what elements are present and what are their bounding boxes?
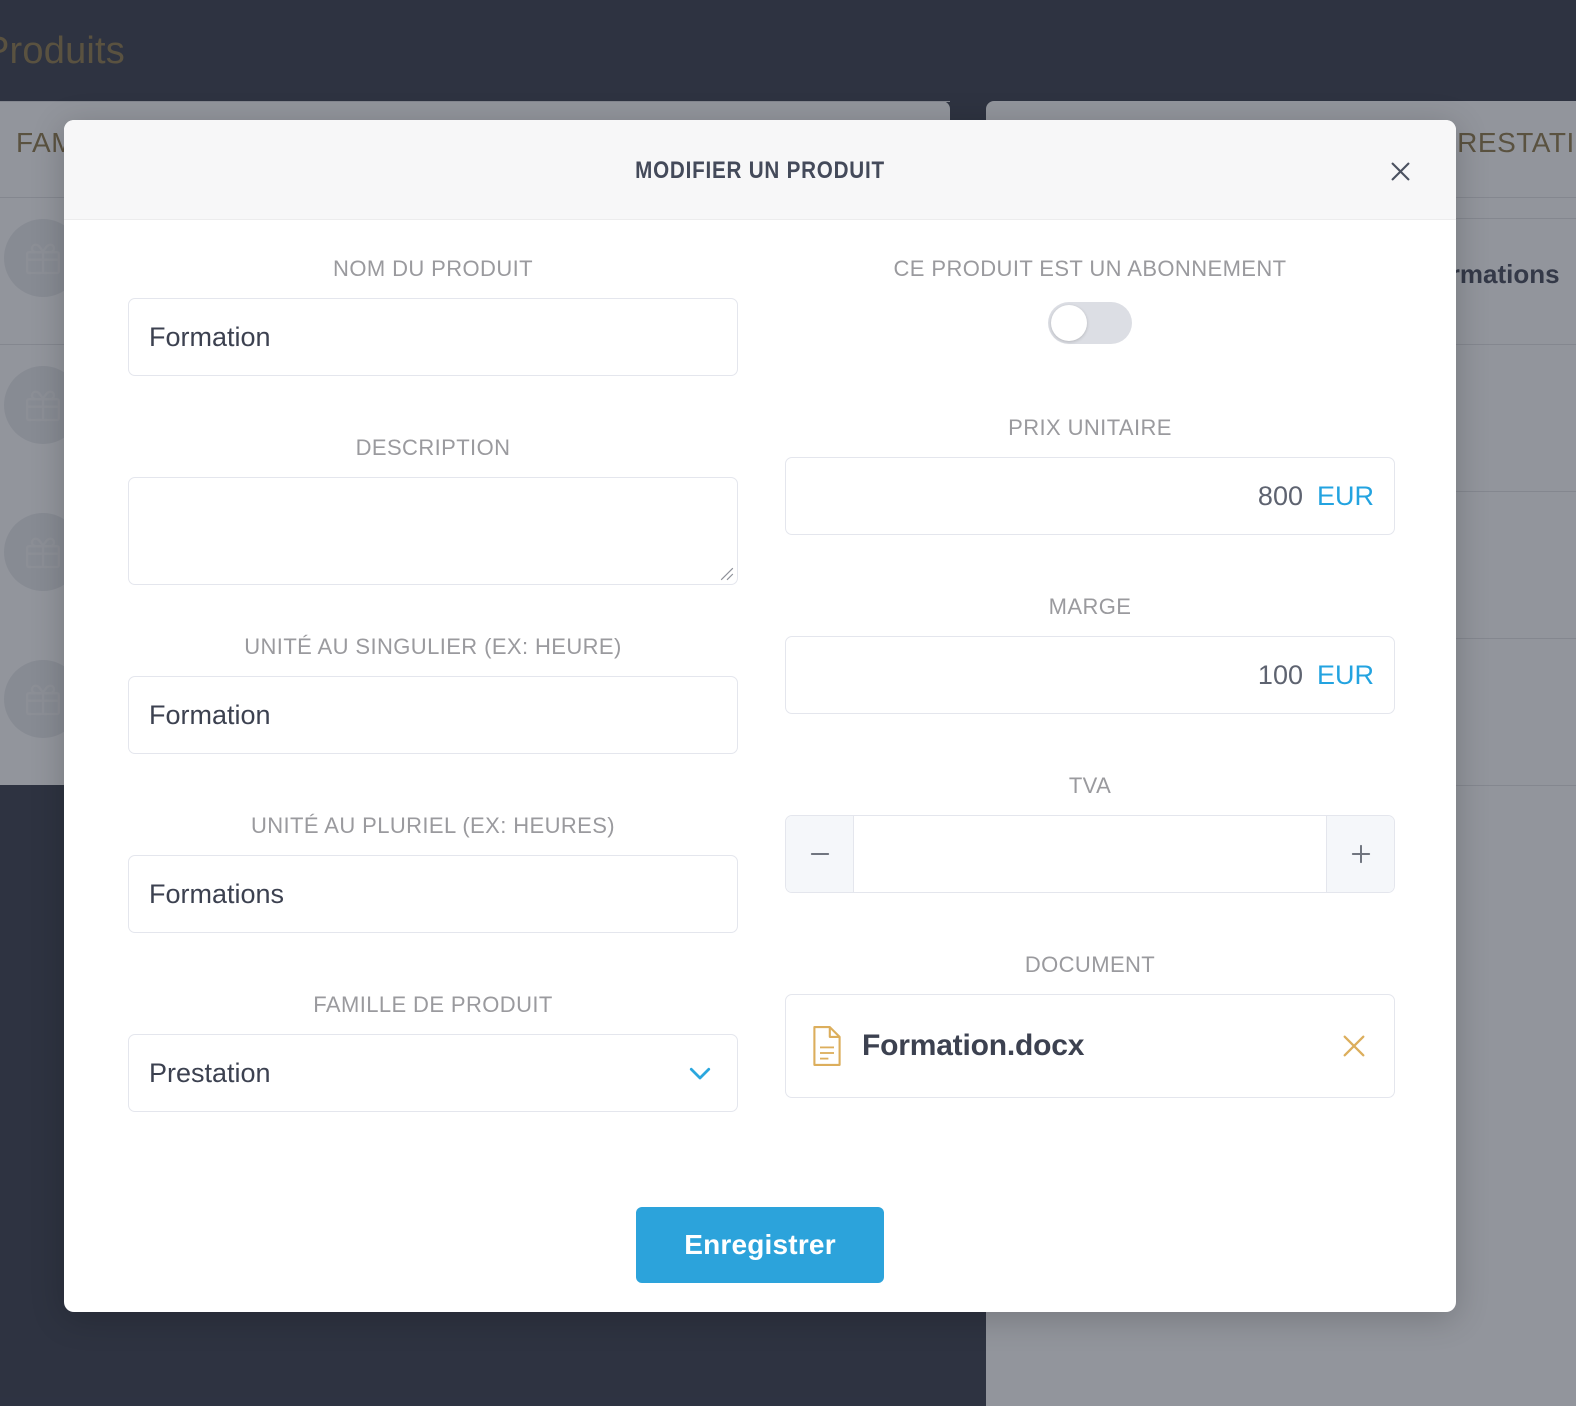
save-button[interactable]: Enregistrer bbox=[636, 1207, 884, 1283]
margin-currency: EUR bbox=[1317, 660, 1374, 691]
document-row[interactable]: Formation.docx bbox=[785, 994, 1395, 1098]
minus-icon bbox=[806, 840, 834, 868]
unit-price-label: PRIX UNITAIRE bbox=[785, 415, 1395, 441]
modal-footer: Enregistrer bbox=[64, 1207, 1456, 1283]
unit-plural-input[interactable]: Formations bbox=[128, 855, 738, 933]
modal-title: MODIFIER UN PRODUIT bbox=[161, 157, 1358, 185]
field-subscription: CE PRODUIT EST UN ABONNEMENT off bbox=[785, 256, 1395, 344]
description-label: DESCRIPTION bbox=[128, 435, 738, 461]
chevron-down-icon bbox=[685, 1058, 715, 1088]
subscription-toggle[interactable]: off bbox=[1048, 302, 1132, 344]
modal-header: MODIFIER UN PRODUIT bbox=[64, 120, 1456, 220]
unit-plural-label: UNITÉ AU PLURIEL (EX: HEURES) bbox=[128, 813, 738, 839]
toggle-knob bbox=[1051, 305, 1087, 341]
description-textarea[interactable] bbox=[128, 477, 738, 585]
unit-singular-value: Formation bbox=[149, 700, 271, 731]
unit-price-input[interactable]: 800 EUR bbox=[785, 457, 1395, 535]
unit-singular-input[interactable]: Formation bbox=[128, 676, 738, 754]
product-name-label: NOM DU PRODUIT bbox=[128, 256, 738, 282]
resize-handle-icon[interactable] bbox=[720, 567, 734, 581]
margin-label: MARGE bbox=[785, 594, 1395, 620]
product-family-select[interactable]: Prestation bbox=[128, 1034, 738, 1112]
document-file-name: Formation.docx bbox=[862, 1029, 1338, 1063]
vat-stepper bbox=[785, 815, 1395, 893]
document-remove-icon[interactable] bbox=[1338, 1030, 1370, 1062]
field-unit-plural: UNITÉ AU PLURIEL (EX: HEURES) Formations bbox=[128, 813, 738, 933]
margin-value: 100 bbox=[1258, 660, 1303, 691]
field-unit-singular: UNITÉ AU SINGULIER (EX: HEURE) Formation bbox=[128, 634, 738, 754]
field-product-family: FAMILLE DE PRODUIT Prestation bbox=[128, 992, 738, 1112]
field-vat: TVA bbox=[785, 773, 1395, 893]
modal-body: NOM DU PRODUIT Formation DESCRIPTION UNI… bbox=[64, 220, 1456, 1311]
field-document: DOCUMENT Formation.docx bbox=[785, 952, 1395, 1098]
unit-price-value: 800 bbox=[1258, 481, 1303, 512]
product-name-value: Formation bbox=[149, 322, 271, 353]
field-unit-price: PRIX UNITAIRE 800 EUR bbox=[785, 415, 1395, 535]
margin-input[interactable]: 100 EUR bbox=[785, 636, 1395, 714]
document-label: DOCUMENT bbox=[785, 952, 1395, 978]
file-document-icon bbox=[810, 1025, 844, 1067]
unit-plural-value: Formations bbox=[149, 879, 284, 910]
field-margin: MARGE 100 EUR bbox=[785, 594, 1395, 714]
product-family-value: Prestation bbox=[149, 1058, 271, 1089]
edit-product-modal: MODIFIER UN PRODUIT NOM DU PRODUIT Forma… bbox=[64, 120, 1456, 1312]
field-description: DESCRIPTION bbox=[128, 435, 738, 585]
field-product-name: NOM DU PRODUIT Formation bbox=[128, 256, 738, 376]
product-family-label: FAMILLE DE PRODUIT bbox=[128, 992, 738, 1018]
subscription-label: CE PRODUIT EST UN ABONNEMENT bbox=[785, 256, 1395, 282]
unit-price-currency: EUR bbox=[1317, 481, 1374, 512]
vat-increment-button[interactable] bbox=[1326, 816, 1394, 892]
vat-decrement-button[interactable] bbox=[786, 816, 854, 892]
vat-label: TVA bbox=[785, 773, 1395, 799]
vat-input[interactable] bbox=[854, 816, 1326, 892]
product-name-input[interactable]: Formation bbox=[128, 298, 738, 376]
plus-icon bbox=[1347, 840, 1375, 868]
close-icon[interactable] bbox=[1382, 153, 1418, 189]
unit-singular-label: UNITÉ AU SINGULIER (EX: HEURE) bbox=[128, 634, 738, 660]
